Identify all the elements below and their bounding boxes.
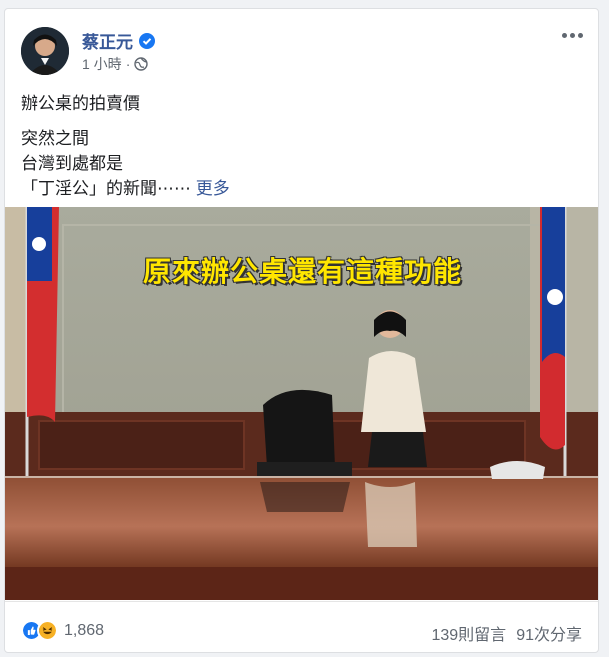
author-avatar[interactable] (21, 27, 69, 75)
globe-icon[interactable] (134, 57, 149, 71)
post-line-4: 「丁淫公」的新聞⋯⋯ 更多 (21, 176, 581, 201)
photo-caption: 原來辦公桌還有這種功能 (142, 256, 462, 287)
post-line-4-text: 「丁淫公」的新聞⋯⋯ (21, 179, 191, 198)
shares-count[interactable]: 91次分享 (516, 621, 582, 645)
post-time[interactable]: 1 小時 (82, 54, 122, 74)
verified-badge-icon (139, 32, 155, 49)
post-line-3: 台灣到處都是 (21, 154, 123, 173)
author-name-text[interactable]: 蔡正元 (82, 28, 133, 53)
post-line-1: 辦公桌的拍賣價 (21, 94, 140, 113)
meta-separator: · (125, 56, 131, 72)
post-card: 蔡正元 1 小時 · 辦公桌的拍賣價 突然之間 台灣到處都是 「丁淫公」的新聞⋯… (4, 8, 599, 653)
more-horizontal-icon[interactable] (558, 23, 586, 47)
engagement-stats: 139則留言 91次分享 (431, 621, 582, 645)
post-header: 蔡正元 1 小時 · (5, 9, 598, 87)
post-line-2: 突然之間 (21, 129, 89, 148)
reaction-count[interactable]: 1,868 (64, 622, 104, 640)
haha-reaction-icon (37, 620, 58, 641)
author-name[interactable]: 蔡正元 (82, 28, 155, 53)
post-footer: 1,868 139則留言 91次分享 (5, 601, 598, 652)
reaction-summary[interactable]: 1,868 (21, 620, 104, 641)
comments-count[interactable]: 139則留言 (431, 621, 506, 645)
post-text: 辦公桌的拍賣價 突然之間 台灣到處都是 「丁淫公」的新聞⋯⋯ 更多 (21, 91, 581, 201)
see-more-link[interactable]: 更多 (196, 179, 230, 198)
post-photo[interactable]: 原來辦公桌還有這種功能 (5, 207, 598, 600)
post-meta: 1 小時 · (82, 54, 149, 74)
